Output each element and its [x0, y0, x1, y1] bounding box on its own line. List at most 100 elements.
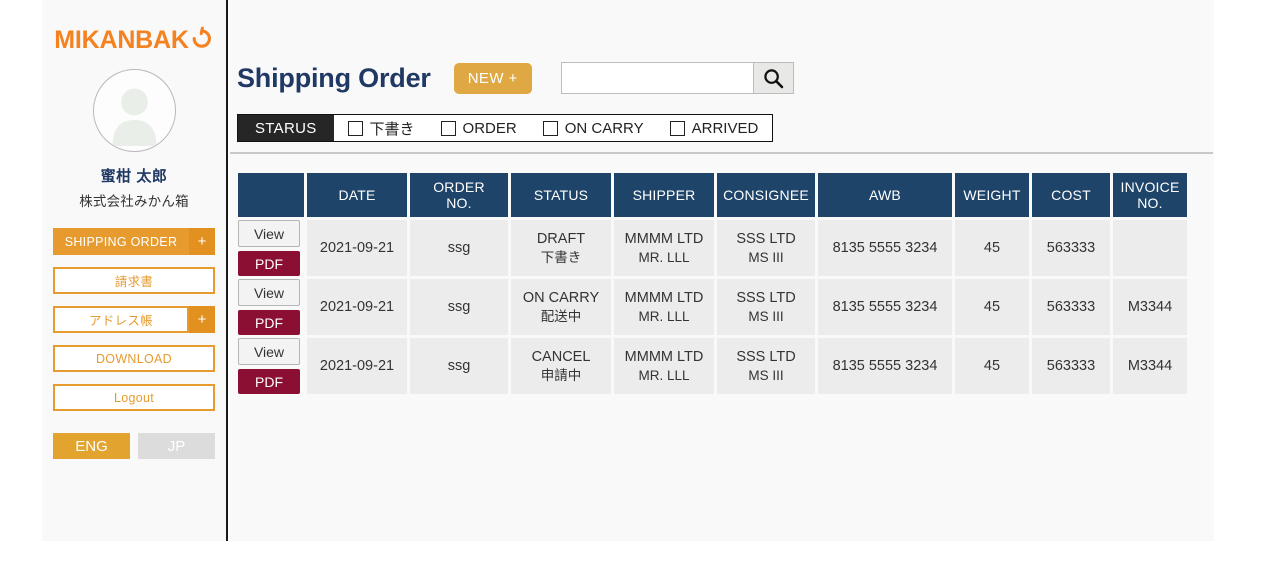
page-title: Shipping Order	[237, 62, 431, 93]
new-order-button[interactable]: NEW +	[453, 62, 532, 94]
column-consignee[interactable]: CONSIGNEE	[717, 173, 815, 218]
table-body: View PDF 2021-09-21 ssg DRAFT 下書き MMMM L…	[238, 220, 1187, 395]
view-button[interactable]: View	[238, 220, 300, 248]
table-row: View PDF 2021-09-21 ssg ON CARRY 配送中 MMM…	[238, 279, 1187, 336]
column-order-no-line1: ORDER	[433, 179, 485, 195]
table-header-row: DATE ORDER NO. STATUS SHIPPER CONSIGNEE …	[238, 173, 1187, 218]
column-date[interactable]: DATE	[307, 173, 407, 218]
column-weight[interactable]: WEIGHT	[955, 173, 1029, 218]
brand-logo[interactable]: MIKANBAK	[54, 26, 214, 55]
cell-status: DRAFT 下書き	[511, 220, 611, 277]
search-bar	[560, 62, 794, 94]
status-badge: ON CARRY	[522, 289, 600, 306]
cell-invoice-no: M3344	[1113, 338, 1187, 395]
search-button[interactable]	[752, 62, 794, 94]
main-content: Shipping Order NEW + STARUS 下書き ORDER ON…	[230, 0, 1214, 541]
section-divider	[230, 152, 1213, 154]
filter-checkbox-arrived[interactable]: ARRIVED	[669, 120, 758, 137]
cell-shipper: MMMM LTD MR. LLL	[614, 220, 714, 277]
cell-order-no: ssg	[410, 338, 508, 395]
column-status[interactable]: STATUS	[511, 173, 611, 218]
column-order-no-line2: NO.	[446, 195, 472, 212]
column-awb[interactable]: AWB	[818, 173, 952, 218]
checkbox-icon[interactable]	[440, 120, 456, 136]
checkbox-icon[interactable]	[347, 120, 363, 136]
page-header: Shipping Order NEW +	[237, 62, 794, 94]
status-filter-label: STARUS	[238, 115, 334, 141]
sidebar-item-invoice-label[interactable]: 請求書	[53, 267, 215, 294]
cell-awb: 8135 5555 3234	[818, 338, 952, 395]
table-row: View PDF 2021-09-21 ssg CANCEL 申請中 MMMM …	[238, 338, 1187, 395]
cell-cost: 563333	[1032, 279, 1110, 336]
add-address-button[interactable]: +	[189, 306, 215, 333]
cell-date: 2021-09-21	[307, 220, 407, 277]
filter-checkbox-order[interactable]: ORDER	[440, 120, 517, 137]
view-button[interactable]: View	[238, 338, 300, 366]
pdf-button[interactable]: PDF	[238, 251, 300, 277]
row-actions: View PDF	[238, 220, 304, 277]
cell-cost: 563333	[1032, 338, 1110, 395]
pdf-button[interactable]: PDF	[238, 310, 300, 336]
shipper-contact: MR. LLL	[638, 308, 690, 324]
column-order-no[interactable]: ORDER NO.	[410, 173, 508, 218]
column-cost[interactable]: COST	[1032, 173, 1110, 218]
cell-order-no: ssg	[410, 220, 508, 277]
add-shipping-order-button[interactable]: +	[189, 228, 215, 255]
consignee-contact: MS III	[748, 308, 784, 324]
consignee-company: SSS LTD	[736, 289, 796, 306]
cell-weight: 45	[955, 220, 1029, 277]
pdf-button[interactable]: PDF	[238, 369, 300, 395]
shipper-company: MMMM LTD	[624, 289, 704, 306]
view-button[interactable]: View	[238, 279, 300, 307]
filter-checkbox-draft[interactable]: 下書き	[347, 118, 415, 139]
column-invoice-no-line1: INVOICE	[1120, 179, 1180, 195]
status-badge: DRAFT	[536, 230, 586, 247]
status-badge: CANCEL	[531, 348, 591, 365]
sidebar-item-logout[interactable]: Logout	[53, 384, 215, 411]
sidebar-item-shipping-order-label[interactable]: SHIPPING ORDER	[53, 228, 189, 255]
consignee-contact: MS III	[748, 367, 784, 383]
language-toggle: ENG JP	[53, 433, 215, 459]
sidebar-nav: SHIPPING ORDER + 請求書 アドレス帳 + DOWNLOAD Lo…	[53, 228, 215, 459]
cell-weight: 45	[955, 279, 1029, 336]
column-actions	[238, 173, 304, 218]
status-filter-options: 下書き ORDER ON CARRY ARRIVED	[334, 115, 773, 141]
cell-shipper: MMMM LTD MR. LLL	[614, 279, 714, 336]
language-button-jp[interactable]: JP	[138, 433, 215, 459]
table-header: DATE ORDER NO. STATUS SHIPPER CONSIGNEE …	[238, 173, 1187, 218]
app-root: MIKANBAK 蜜柑 太郎 株式会社みかん箱 SHIPPING ORDER +…	[0, 0, 1280, 567]
sidebar-item-logout-label[interactable]: Logout	[53, 384, 215, 411]
shipping-order-table: DATE ORDER NO. STATUS SHIPPER CONSIGNEE …	[235, 170, 1190, 397]
user-company: 株式会社みかん箱	[79, 194, 189, 209]
cell-awb: 8135 5555 3234	[818, 279, 952, 336]
checkbox-icon[interactable]	[669, 120, 685, 136]
avatar-wrap	[92, 69, 176, 152]
sidebar-item-shipping-order[interactable]: SHIPPING ORDER +	[53, 228, 215, 255]
cell-status: ON CARRY 配送中	[511, 279, 611, 336]
cell-consignee: SSS LTD MS III	[717, 220, 815, 277]
sidebar-item-address-book[interactable]: アドレス帳 +	[53, 306, 215, 333]
sidebar-item-download-label[interactable]: DOWNLOAD	[53, 345, 215, 372]
filter-checkbox-on-carry[interactable]: ON CARRY	[542, 120, 644, 137]
user-avatar-icon	[112, 88, 156, 146]
brand-name: MIKANBAK	[54, 26, 189, 54]
sidebar-item-invoice[interactable]: 請求書	[53, 267, 215, 294]
shipper-contact: MR. LLL	[638, 249, 690, 265]
checkbox-icon[interactable]	[542, 120, 558, 136]
status-badge-jp: 下書き	[540, 249, 582, 265]
table-row: View PDF 2021-09-21 ssg DRAFT 下書き MMMM L…	[238, 220, 1187, 277]
avatar	[92, 69, 176, 152]
cell-date: 2021-09-21	[307, 338, 407, 395]
column-invoice-no[interactable]: INVOICE NO.	[1113, 173, 1187, 218]
column-shipper[interactable]: SHIPPER	[614, 173, 714, 218]
filter-checkbox-draft-label: 下書き	[369, 120, 415, 138]
language-button-eng[interactable]: ENG	[53, 433, 130, 459]
sidebar-item-download[interactable]: DOWNLOAD	[53, 345, 215, 372]
cell-awb: 8135 5555 3234	[818, 220, 952, 277]
status-badge-jp: 配送中	[540, 308, 582, 324]
cell-invoice-no	[1113, 220, 1187, 277]
cell-shipper: MMMM LTD MR. LLL	[614, 338, 714, 395]
status-filter-bar: STARUS 下書き ORDER ON CARRY ARRIVED	[237, 114, 774, 142]
sidebar-item-address-book-label[interactable]: アドレス帳	[53, 306, 189, 333]
search-input[interactable]	[560, 62, 753, 94]
